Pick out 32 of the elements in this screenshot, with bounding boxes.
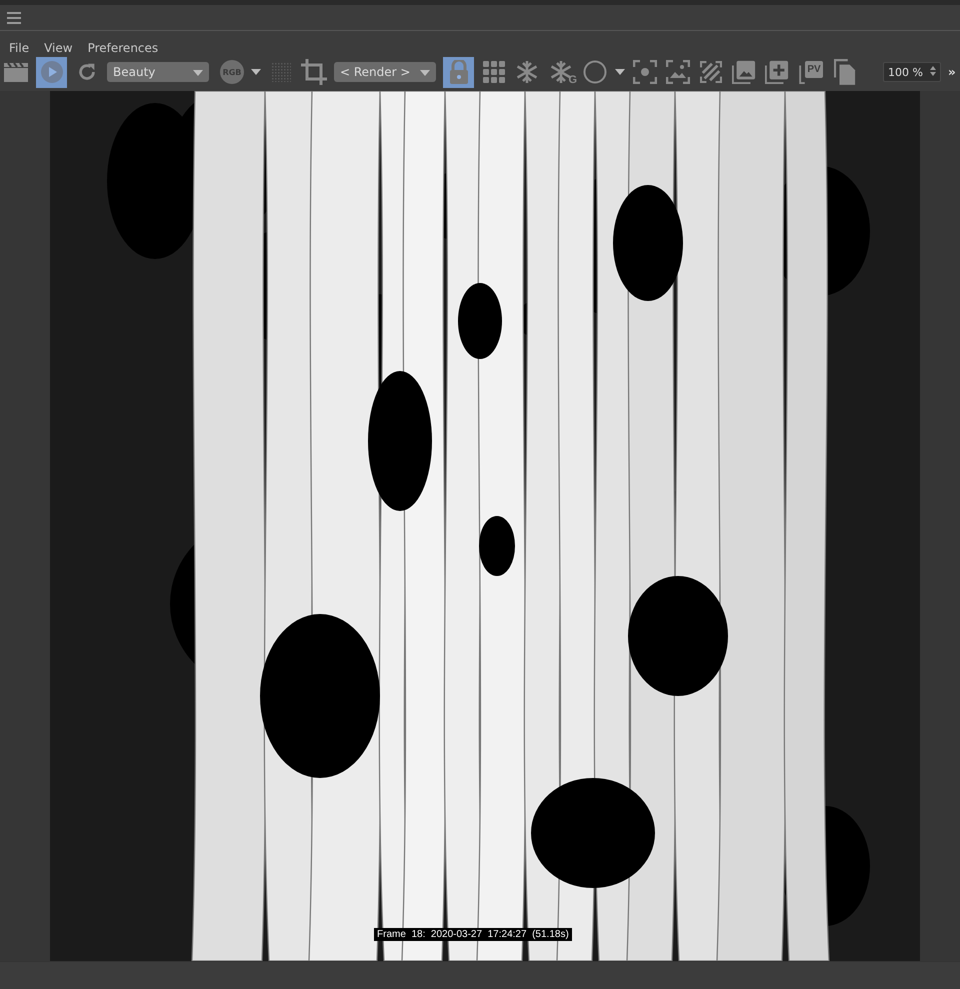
focus-icon [633, 60, 657, 84]
menu-item[interactable]: Preferences [88, 41, 158, 55]
caret-icon [615, 69, 625, 75]
frame-info-label: Frame 18: 2020-03-27 17:24:27 (51.18s) [374, 928, 572, 941]
frame-mountain-icon [666, 60, 690, 84]
lock-icon [448, 60, 468, 84]
add-image-icon [765, 60, 789, 84]
image-icon [732, 60, 756, 84]
crop-icon [301, 59, 327, 85]
clapperboard-icon [4, 62, 28, 82]
overflow-button[interactable]: » [948, 65, 956, 79]
caret-icon [251, 69, 261, 75]
dot-grid-icon [271, 62, 291, 82]
snowflake-icon [515, 60, 539, 84]
crop-button[interactable] [301, 56, 327, 88]
spinner-icon[interactable] [930, 64, 936, 76]
zoom-field[interactable]: 100 % [883, 62, 941, 82]
menu-icon[interactable] [7, 12, 21, 24]
refresh-icon [76, 61, 98, 83]
play-button[interactable] [36, 56, 67, 88]
caret-icon [193, 70, 203, 76]
hatched-square-icon [700, 61, 722, 83]
dropdown[interactable]: < Render > [334, 62, 436, 82]
circle-icon [583, 60, 607, 84]
menu-item[interactable]: File [9, 41, 30, 55]
dropdown[interactable]: Beauty [107, 62, 209, 82]
caret-icon [420, 70, 430, 76]
menu-item[interactable]: View [44, 41, 73, 55]
grid-icon [482, 60, 506, 84]
copy-file-icon [834, 59, 856, 85]
copy-file-button[interactable] [832, 56, 858, 88]
play-icon [40, 60, 64, 84]
